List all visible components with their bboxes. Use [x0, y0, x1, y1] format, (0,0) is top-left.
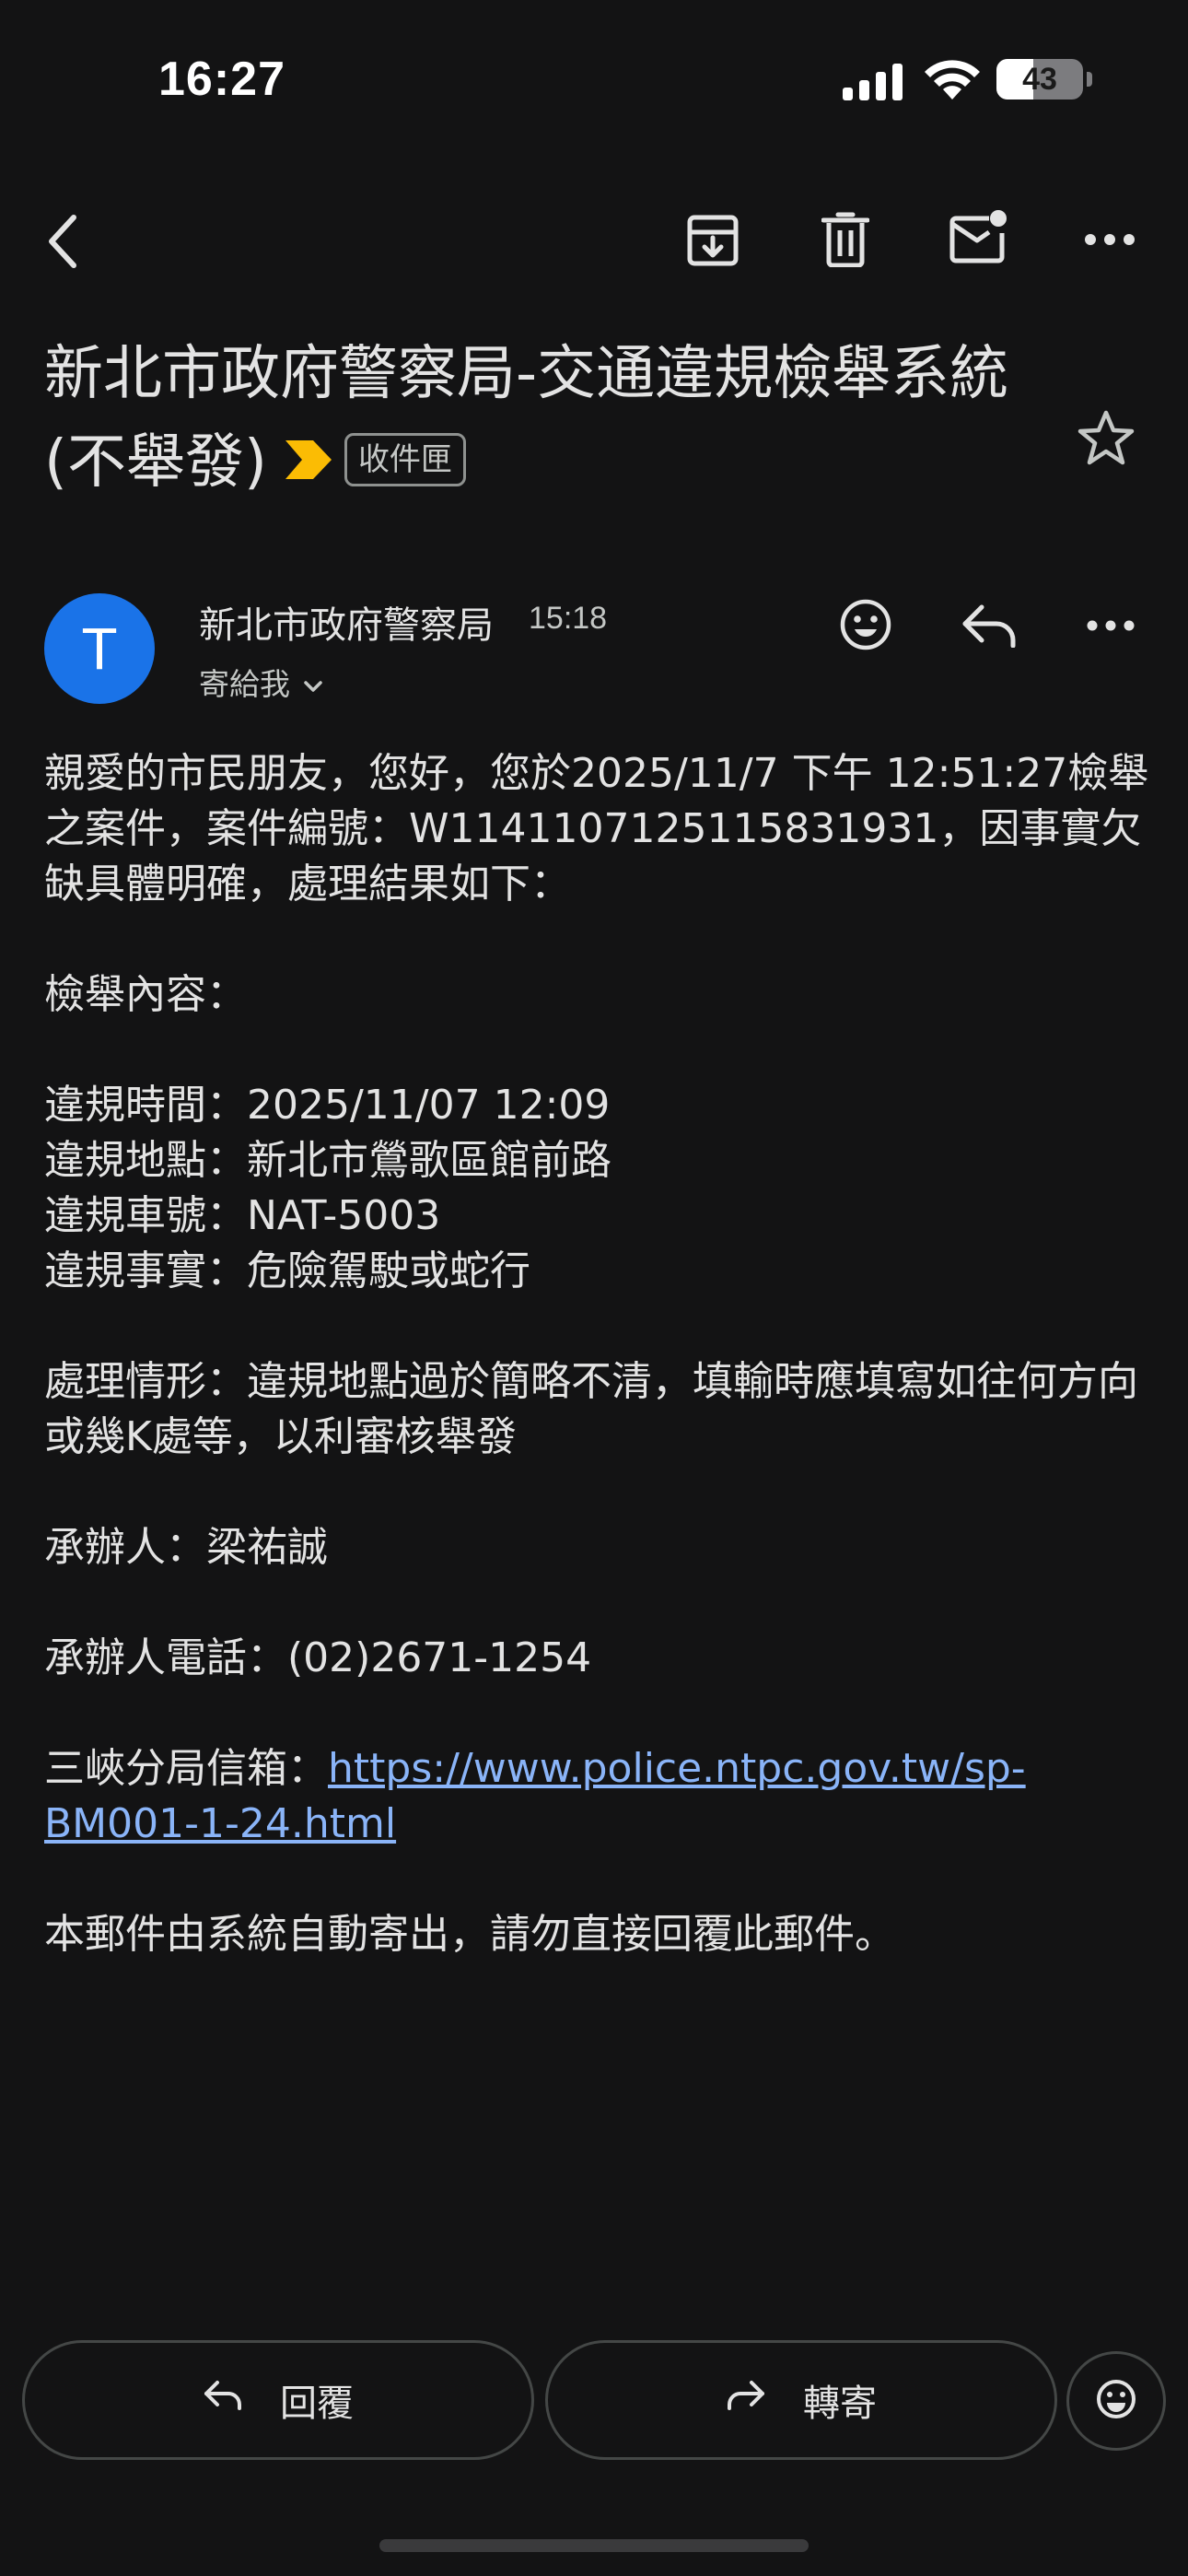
reply-button[interactable]: 回覆 [22, 2340, 534, 2460]
body-intro: 親愛的市民朋友，您好，您於2025/11/7 下午 12:51:27檢舉之案件，… [44, 750, 1149, 907]
email-subject: 新北市政府警察局-交通違規檢舉系統(不舉發) 收件匣 [44, 330, 1020, 509]
battery-level: 43 [1022, 61, 1057, 97]
reply-button-label: 回覆 [280, 2383, 354, 2425]
email-time: 15:18 [529, 601, 608, 636]
emoji-reaction-button[interactable] [1066, 2351, 1166, 2451]
inbox-label-chip[interactable]: 收件匣 [344, 433, 466, 487]
body-violation-fact: 違規事實：危險駕駛或蛇行 [44, 1247, 530, 1294]
sender-avatar[interactable]: T [44, 593, 155, 704]
body-handler: 承辦人：梁祐誠 [44, 1524, 328, 1571]
back-icon[interactable] [33, 205, 92, 278]
delete-icon[interactable] [818, 208, 873, 271]
reply-arrow-icon [203, 2379, 243, 2421]
body-handling: 處理情形：違規地點過於簡略不清，填輸時應填寫如往何方向或幾K處等，以利審核舉發 [44, 1358, 1138, 1460]
wifi-icon [923, 57, 982, 101]
email-view: 16:27 43 新北市政府警察局-交通違規檢舉系統(不舉發) 收件匣 T 新北… [0, 0, 1188, 2576]
reply-icon[interactable] [960, 601, 1019, 650]
body-mailbox: 三峽分局信箱：https://www.police.ntpc.gov.tw/sp… [44, 1741, 1149, 1852]
body-violation-plate: 違規車號：NAT-5003 [44, 1192, 441, 1239]
status-time: 16:27 [158, 53, 285, 106]
body-footer: 本郵件由系統自動寄出，請勿直接回覆此郵件。 [44, 1911, 895, 1958]
home-indicator[interactable] [379, 2539, 809, 2552]
archive-icon[interactable] [683, 208, 742, 271]
email-body: 親愛的市民朋友，您好，您於2025/11/7 下午 12:51:27檢舉之案件，… [44, 746, 1149, 1962]
more-icon[interactable] [1083, 227, 1136, 252]
body-violation-location: 違規地點：新北市鶯歌區館前路 [44, 1137, 611, 1184]
battery-tip [1087, 72, 1092, 87]
recipient-label: 寄給我 [199, 666, 290, 702]
mailbox-label: 三峽分局信箱： [44, 1745, 328, 1792]
battery-icon: 43 [996, 59, 1083, 100]
star-icon[interactable] [1074, 405, 1138, 470]
sender-name[interactable]: 新北市政府警察局 [199, 595, 494, 649]
forward-button-label: 轉寄 [803, 2383, 877, 2425]
forward-arrow-icon [726, 2379, 766, 2421]
emoji-reaction-icon[interactable] [838, 597, 893, 652]
recipient-details[interactable]: 寄給我 [199, 660, 323, 704]
chevron-down-icon [303, 664, 323, 700]
mark-unread-icon[interactable] [949, 206, 1009, 267]
emoji-icon [1095, 2378, 1137, 2424]
forward-button[interactable]: 轉寄 [545, 2340, 1057, 2460]
signal-icon [840, 61, 906, 101]
subject-text: 新北市政府警察局-交通違規檢舉系統(不舉發) [44, 340, 1009, 497]
body-handler-phone: 承辦人電話：(02)2671-1254 [44, 1634, 592, 1681]
body-content-heading: 檢舉內容： [44, 971, 247, 1018]
body-violation-time: 違規時間：2025/11/07 12:09 [44, 1082, 611, 1129]
message-more-icon[interactable] [1085, 612, 1136, 639]
important-marker-icon[interactable] [285, 416, 332, 504]
